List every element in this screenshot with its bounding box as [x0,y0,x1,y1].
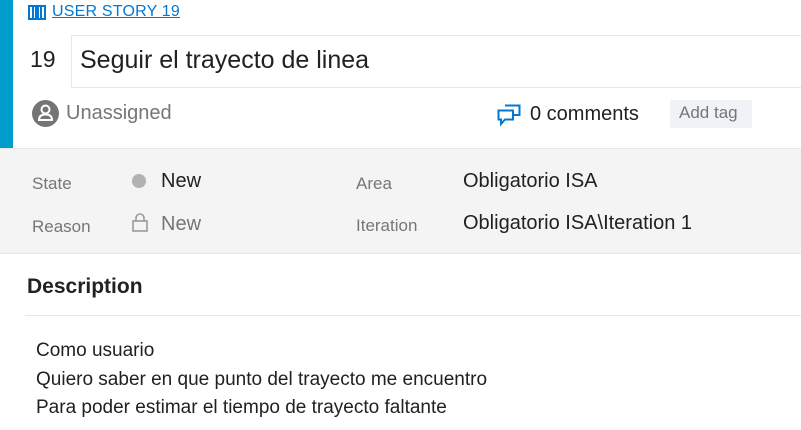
description-body[interactable]: Como usuario Quiero saber en que punto d… [36,337,487,423]
title-text: Seguir el trayecto de linea [80,46,370,74]
description-divider [25,315,801,316]
area-value[interactable]: Obligatorio ISA [463,170,598,193]
state-label: State [32,174,72,193]
comments-icon [497,104,521,126]
state-dot-icon [132,174,146,188]
fields-panel: State New Reason New Area Obligatorio IS… [0,148,801,254]
area-label: Area [356,174,392,193]
work-item-id: 19 [30,46,56,72]
description-line: Como usuario [36,340,155,361]
comments-link[interactable]: 0 comments [497,103,639,126]
title-field[interactable]: Seguir el trayecto de linea [71,35,801,88]
iteration-label: Iteration [356,216,418,235]
reason-value: New [161,213,202,235]
assigned-to-control[interactable]: Unassigned [32,100,172,127]
add-tag-button[interactable]: Add tag [670,100,752,128]
description-heading: Description [27,275,143,298]
work-item-header: USER STORY 19 19 Seguir el trayecto de l… [0,0,801,148]
reason-label: Reason [32,217,91,236]
state-value[interactable]: New [161,170,201,193]
work-item-type-link[interactable]: USER STORY 19 [52,3,180,21]
book-icon [28,5,46,20]
work-item-type-color-bar [0,0,13,148]
comments-count: 0 comments [530,103,639,125]
iteration-value[interactable]: Obligatorio ISA\Iteration 1 [463,212,692,235]
description-line: Quiero saber en que punto del trayecto m… [36,368,488,390]
lock-icon [132,213,148,232]
description-line: Para poder estimar el tiempo de trayecto… [36,397,447,418]
assigned-to-label: Unassigned [66,102,172,124]
user-icon [32,100,59,127]
work-item-type: USER STORY 19 [28,3,180,21]
